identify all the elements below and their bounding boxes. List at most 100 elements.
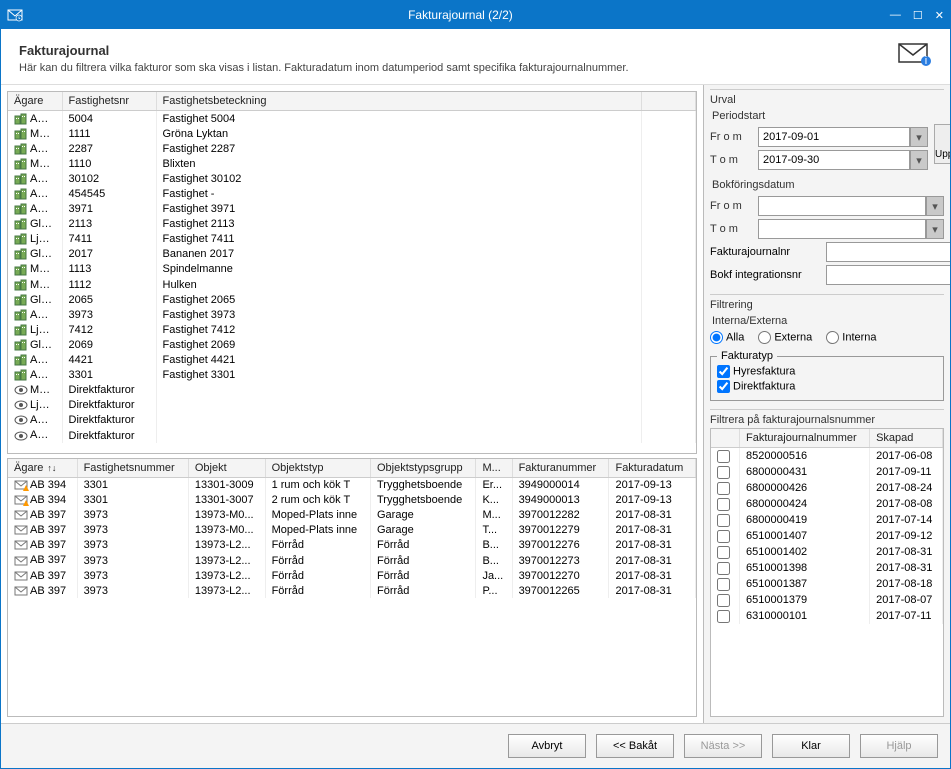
to-label: T o m (710, 154, 752, 166)
radio-alla[interactable]: Alla (710, 331, 744, 344)
table-row[interactable]: AB 394330113301-30091 rum och kök TTrygg… (8, 477, 696, 493)
bokf-to-input[interactable] (758, 219, 926, 239)
table-row[interactable]: AB 3...3973Fastighet 3973 (8, 307, 696, 322)
dropdown-icon[interactable]: ▾ (910, 150, 928, 170)
table-row[interactable]: Marv...1113Spindelmanne (8, 262, 696, 277)
mail-info-icon[interactable]: i (898, 43, 932, 70)
bokfint-input[interactable] (826, 265, 950, 285)
column-header[interactable]: Fakturanummer (512, 459, 609, 478)
finish-button[interactable]: Klar (772, 734, 850, 758)
dropdown-icon[interactable]: ▾ (926, 196, 944, 216)
cancel-button[interactable]: Avbryt (508, 734, 586, 758)
table-row[interactable]: AB 4...4421Fastighet 4421 (8, 353, 696, 368)
row-checkbox[interactable] (717, 562, 730, 575)
row-checkbox[interactable] (717, 610, 730, 623)
table-row[interactable]: AB 397397313973-L2...FörrådFörrådB...397… (8, 538, 696, 553)
eye-icon (14, 414, 28, 426)
table-row[interactable]: Ljun...7411Fastighet 7411 (8, 232, 696, 247)
table-row[interactable]: 65100013872017-08-18 (711, 576, 943, 592)
table-row[interactable]: 65100014022017-08-31 (711, 544, 943, 560)
row-checkbox[interactable] (717, 530, 730, 543)
column-header[interactable]: Fastighetsbeteckning (156, 92, 642, 111)
row-checkbox[interactable] (717, 482, 730, 495)
table-row[interactable]: Glam...2065Fastighet 2065 (8, 292, 696, 307)
dropdown-icon[interactable]: ▾ (926, 219, 944, 239)
column-header[interactable]: Ägare (8, 92, 62, 111)
column-header[interactable]: Ägare↑↓ (8, 459, 77, 478)
column-header[interactable]: Fakturadatum (609, 459, 696, 478)
column-header[interactable]: Objektstyp (265, 459, 370, 478)
period-from-input[interactable] (758, 127, 910, 147)
column-header[interactable]: Fastighetsnr (62, 92, 156, 111)
chk-hyresfaktura[interactable]: Hyresfaktura (717, 365, 795, 378)
column-header[interactable]: Objektstypsgrupp (371, 459, 476, 478)
radio-externa[interactable]: Externa (758, 331, 812, 344)
table-row[interactable]: AB 8...2287Fastighet 2287 (8, 141, 696, 156)
table-row[interactable]: Marv...1110Blixten (8, 156, 696, 171)
minimize-button[interactable]: — (890, 9, 901, 22)
table-row[interactable]: AB 397397313973-L2...FörrådFörrådJa...39… (8, 568, 696, 583)
table-row[interactable]: 68000004242017-08-08 (711, 496, 943, 512)
journalnr-input[interactable] (826, 242, 950, 262)
table-row[interactable]: 65100013982017-08-31 (711, 560, 943, 576)
table-row[interactable]: 65100014072017-09-12 (711, 528, 943, 544)
table-row[interactable]: AB 397397313973-L2...FörrådFörrådB...397… (8, 553, 696, 568)
table-row[interactable]: AB 4...Direktfakturor (8, 413, 696, 428)
journal-number-grid[interactable]: FakturajournalnummerSkapad 8520000516201… (710, 428, 944, 717)
building-icon (14, 294, 28, 306)
column-header[interactable]: Skapad (870, 429, 943, 448)
dropdown-icon[interactable]: ▾ (910, 127, 928, 147)
invoice-grid[interactable]: Ägare↑↓FastighetsnummerObjektObjektstypO… (7, 458, 697, 718)
table-row[interactable]: AB 394330113301-30072 rum och kök TTrygg… (8, 493, 696, 508)
column-header[interactable]: Fakturajournalnummer (740, 429, 870, 448)
table-row[interactable]: AB 3...3301Fastighet 3301 (8, 368, 696, 383)
table-row[interactable]: 68000004192017-07-14 (711, 512, 943, 528)
next-button[interactable]: Nästa >> (684, 734, 762, 758)
table-row[interactable]: Marv...1111Gröna Lyktan (8, 126, 696, 141)
period-to-input[interactable] (758, 150, 910, 170)
back-button[interactable]: << Bakåt (596, 734, 674, 758)
update-button[interactable]: Uppdatera (934, 124, 950, 164)
page-header: Fakturajournal Här kan du filtrera vilka… (1, 29, 950, 85)
row-checkbox[interactable] (717, 498, 730, 511)
table-row[interactable]: Marv...1112Hulken (8, 277, 696, 292)
property-grid[interactable]: ÄgareFastighetsnrFastighetsbeteckning AB… (7, 91, 697, 454)
table-row[interactable]: AB 6...30102Fastighet 30102 (8, 171, 696, 186)
table-row[interactable]: 65100013792017-08-07 (711, 592, 943, 608)
table-row[interactable]: Ljun...7412Fastighet 7412 (8, 322, 696, 337)
interna-externa-label: Interna/Externa (710, 313, 944, 329)
envelope-icon (14, 570, 28, 582)
table-row[interactable]: AB 397397313973-L2...FörrådFörrådP...397… (8, 583, 696, 598)
bokf-from-label: Fr o m (710, 200, 752, 212)
table-row[interactable]: Marv...Direktfakturor (8, 383, 696, 398)
table-row[interactable]: AB 6...454545Fastighet - (8, 186, 696, 201)
table-row[interactable]: 85200005162017-06-08 (711, 448, 943, 465)
help-button[interactable]: Hjälp (860, 734, 938, 758)
table-row[interactable]: Glam...2069Fastighet 2069 (8, 337, 696, 352)
table-row[interactable]: Glam...2113Fastighet 2113 (8, 217, 696, 232)
column-header[interactable]: Objekt (188, 459, 265, 478)
bokf-from-input[interactable] (758, 196, 926, 216)
column-header[interactable]: M... (476, 459, 512, 478)
close-button[interactable]: ✕ (935, 9, 944, 22)
table-row[interactable]: 63100001012017-07-11 (711, 608, 943, 624)
row-checkbox[interactable] (717, 546, 730, 559)
table-row[interactable]: AB 3...3971Fastighet 3971 (8, 202, 696, 217)
table-row[interactable]: AB 5...5004Fastighet 5004 (8, 111, 696, 127)
row-checkbox[interactable] (717, 594, 730, 607)
row-checkbox[interactable] (717, 450, 730, 463)
maximize-button[interactable]: ☐ (913, 9, 923, 22)
row-checkbox[interactable] (717, 466, 730, 479)
table-row[interactable]: Ljun...Direktfakturor (8, 398, 696, 413)
column-header[interactable]: Fastighetsnummer (77, 459, 188, 478)
table-row[interactable]: AB 3...Direktfakturor (8, 428, 696, 443)
table-row[interactable]: 68000004262017-08-24 (711, 480, 943, 496)
table-row[interactable]: AB 397397313973-M0...Moped-Plats inneGar… (8, 508, 696, 523)
radio-interna[interactable]: Interna (826, 331, 876, 344)
table-row[interactable]: 68000004312017-09-11 (711, 464, 943, 480)
row-checkbox[interactable] (717, 514, 730, 527)
table-row[interactable]: AB 397397313973-M0...Moped-Plats inneGar… (8, 523, 696, 538)
chk-direktfaktura[interactable]: Direktfaktura (717, 380, 795, 393)
row-checkbox[interactable] (717, 578, 730, 591)
table-row[interactable]: Glam...2017Bananen 2017 (8, 247, 696, 262)
